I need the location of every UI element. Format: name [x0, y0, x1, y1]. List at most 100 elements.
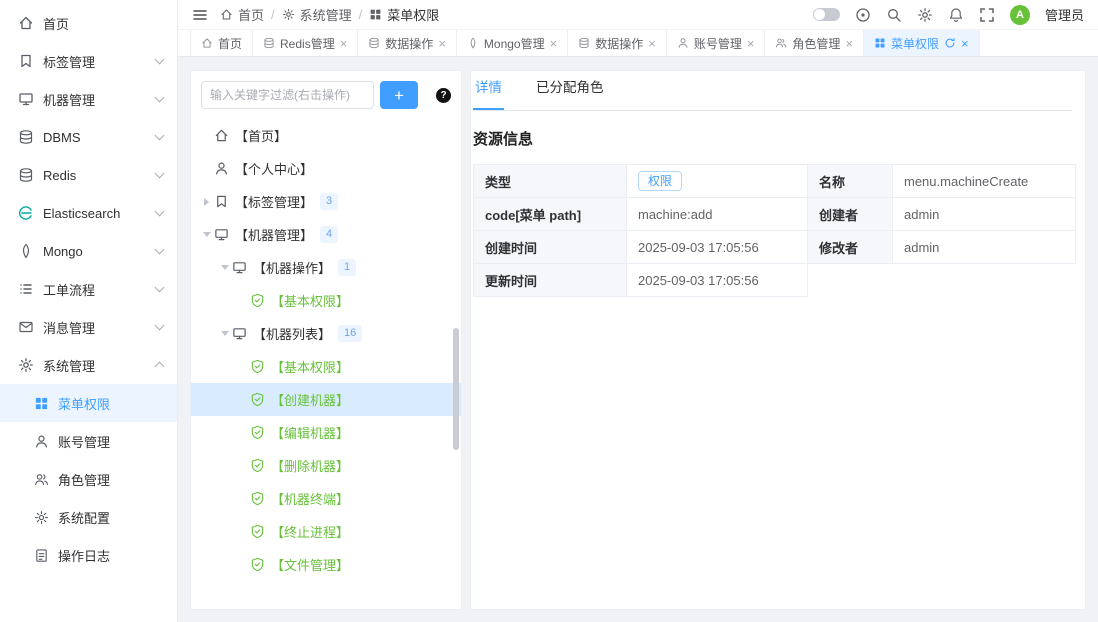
top-bar: 首页 / 系统管理 / 菜单权限 A — [178, 0, 1098, 30]
sidebar-item-operation-logs[interactable]: 操作日志 — [0, 536, 177, 574]
tab-accounts[interactable]: 账号管理 × — [667, 30, 766, 56]
tree-node-profile[interactable]: 【个人中心】 — [191, 152, 461, 185]
chevron-down-icon — [155, 207, 165, 217]
tab-mongo[interactable]: Mongo管理 × — [457, 30, 568, 56]
database-icon — [18, 129, 34, 145]
grid-icon — [369, 8, 382, 21]
breadcrumb-system[interactable]: 系统管理 — [282, 5, 352, 24]
breadcrumb-label: 首页 — [238, 5, 264, 24]
sidebar-item-elasticsearch[interactable]: Elasticsearch — [0, 194, 177, 232]
tree-node-file-management[interactable]: 【文件管理】 — [191, 548, 461, 581]
database-icon — [263, 37, 275, 49]
tree-node-kill-process[interactable]: 【终止进程】 — [191, 515, 461, 548]
sidebar-item-tags[interactable]: 标签管理 — [0, 42, 177, 80]
tab-assigned-roles[interactable]: 已分配角色 — [534, 76, 606, 110]
tab-details[interactable]: 详情 — [473, 76, 504, 110]
breadcrumb-menu-permissions[interactable]: 菜单权限 — [369, 5, 439, 24]
sidebar-item-messages[interactable]: 消息管理 — [0, 308, 177, 346]
user-icon — [34, 434, 49, 449]
sidebar-item-system-config[interactable]: 系统配置 — [0, 498, 177, 536]
tab-menu-permissions[interactable]: 菜单权限 × — [864, 30, 980, 56]
breadcrumb: 首页 / 系统管理 / 菜单权限 — [220, 5, 439, 24]
search-icon[interactable] — [886, 7, 902, 23]
bookmark-icon — [18, 53, 34, 69]
tab-roles[interactable]: 角色管理 × — [765, 30, 864, 56]
sidebar-item-menu-permissions[interactable]: 菜单权限 — [0, 384, 177, 422]
scrollbar-thumb[interactable] — [453, 328, 459, 450]
database-icon — [18, 167, 34, 183]
workspace-tab-bar: 首页 Redis管理 × 数据操作 × Mongo管理 × 数据操作 × — [178, 30, 1098, 57]
help-icon[interactable]: ? — [436, 88, 451, 103]
tree-node-delete-machine[interactable]: 【删除机器】 — [191, 449, 461, 482]
tree-node-machines[interactable]: 【机器管理】 4 — [191, 218, 461, 251]
close-icon[interactable]: × — [961, 37, 969, 50]
sidebar-item-redis[interactable]: Redis — [0, 156, 177, 194]
tab-label: 菜单权限 — [891, 35, 939, 52]
caret-expanded-icon[interactable] — [199, 232, 214, 237]
field-value-created: 2025-09-03 17:05:56 — [627, 231, 808, 264]
caret-collapsed-icon[interactable] — [199, 198, 214, 206]
tab-data-ops-1[interactable]: 数据操作 × — [358, 30, 457, 56]
tab-data-ops-2[interactable]: 数据操作 × — [568, 30, 667, 56]
tree-node-machine-list[interactable]: 【机器列表】 16 — [191, 317, 461, 350]
field-label-code: code[菜单 path] — [474, 198, 627, 231]
sidebar-item-label: 系统管理 — [43, 356, 156, 375]
field-label-type: 类型 — [474, 165, 627, 198]
breadcrumb-label: 菜单权限 — [387, 5, 439, 24]
permission-tree-panel: + ? 【首页】 【个人中心】 — [190, 70, 462, 610]
add-permission-button[interactable]: + — [380, 81, 418, 109]
tree-node-machine-ops[interactable]: 【机器操作】 1 — [191, 251, 461, 284]
sidebar-item-dbms[interactable]: DBMS — [0, 118, 177, 156]
tree-node-label: 【首页】 — [235, 126, 287, 145]
theme-toggle[interactable] — [813, 8, 840, 21]
tree-node-basic-permission[interactable]: 【基本权限】 — [191, 284, 461, 317]
sidebar-item-label: Elasticsearch — [43, 206, 156, 221]
tree-node-machine-terminal[interactable]: 【机器终端】 — [191, 482, 461, 515]
sidebar-item-system[interactable]: 系统管理 — [0, 346, 177, 384]
field-value-code: machine:add — [627, 198, 808, 231]
close-icon[interactable]: × — [648, 37, 656, 50]
chevron-down-icon — [155, 131, 165, 141]
hamburger-menu-icon[interactable] — [192, 7, 208, 23]
close-icon[interactable]: × — [550, 37, 558, 50]
refresh-icon[interactable] — [944, 37, 956, 49]
sidebar-item-label: 账号管理 — [58, 432, 110, 451]
tab-redis[interactable]: Redis管理 × — [253, 30, 358, 56]
notifications-icon[interactable] — [948, 7, 964, 23]
tree-node-home[interactable]: 【首页】 — [191, 119, 461, 152]
close-icon[interactable]: × — [845, 37, 853, 50]
home-icon — [18, 15, 34, 31]
detail-tabs: 详情 已分配角色 — [473, 71, 1072, 111]
sidebar-item-home[interactable]: 首页 — [0, 4, 177, 42]
field-label-name: 名称 — [808, 165, 893, 198]
user-avatar[interactable]: A — [1010, 5, 1030, 25]
users-icon — [775, 37, 787, 49]
tree-node-tags[interactable]: 【标签管理】 3 — [191, 185, 461, 218]
close-icon[interactable]: × — [747, 37, 755, 50]
close-icon[interactable]: × — [438, 37, 446, 50]
user-name[interactable]: 管理员 — [1045, 5, 1084, 24]
caret-expanded-icon[interactable] — [217, 265, 232, 270]
sidebar-item-roles[interactable]: 角色管理 — [0, 460, 177, 498]
tree-node-create-machine[interactable]: 【创建机器】 — [191, 383, 461, 416]
fullscreen-icon[interactable] — [979, 7, 995, 23]
shield-icon — [250, 524, 265, 539]
tree-filter-input[interactable] — [201, 81, 374, 109]
sidebar-item-label: 操作日志 — [58, 546, 110, 565]
gear-icon — [282, 8, 295, 21]
sidebar-item-workorders[interactable]: 工单流程 — [0, 270, 177, 308]
count-badge: 1 — [338, 259, 356, 276]
sidebar-item-machines[interactable]: 机器管理 — [0, 80, 177, 118]
sidebar-item-accounts[interactable]: 账号管理 — [0, 422, 177, 460]
tab-home[interactable]: 首页 — [190, 30, 253, 56]
close-icon[interactable]: × — [340, 37, 348, 50]
caret-expanded-icon[interactable] — [217, 331, 232, 336]
settings-icon[interactable] — [917, 7, 933, 23]
guide-icon[interactable] — [855, 7, 871, 23]
tree-node-edit-machine[interactable]: 【编辑机器】 — [191, 416, 461, 449]
sidebar-item-mongo[interactable]: Mongo — [0, 232, 177, 270]
content-area: + ? 【首页】 【个人中心】 — [178, 57, 1098, 622]
sidebar: 首页 标签管理 机器管理 DBMS Redis Elasticsearch — [0, 0, 178, 622]
breadcrumb-home[interactable]: 首页 — [220, 5, 264, 24]
tree-node-basic-permission-2[interactable]: 【基本权限】 — [191, 350, 461, 383]
